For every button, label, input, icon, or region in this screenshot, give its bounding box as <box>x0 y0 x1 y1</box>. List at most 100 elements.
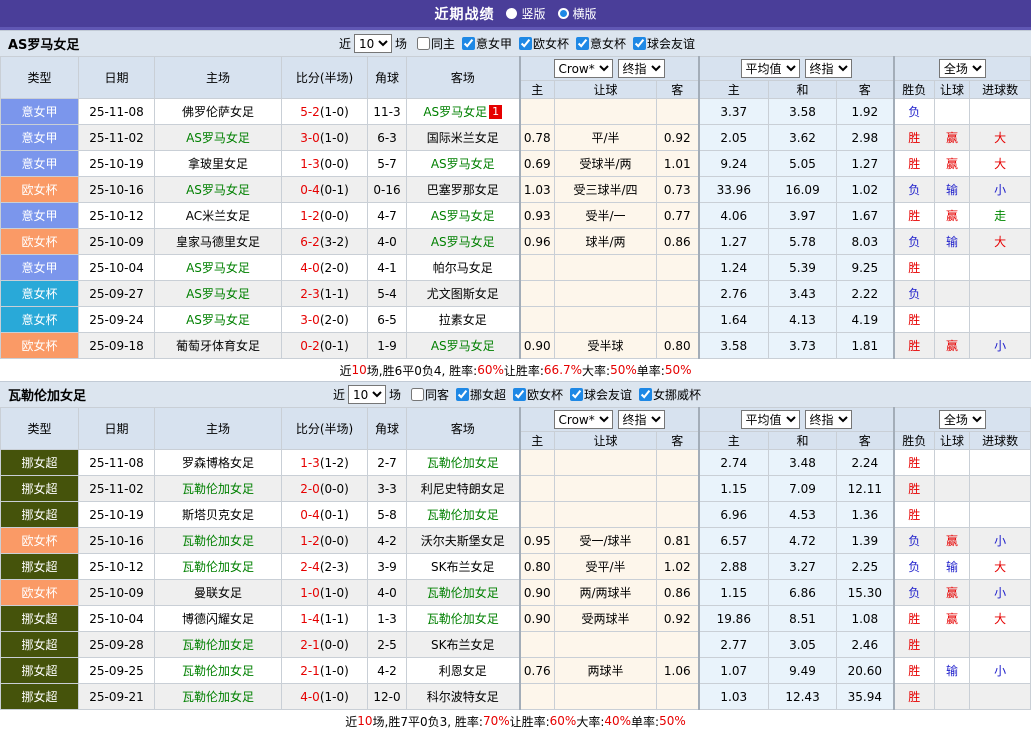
crow-home-odds: 0.95 <box>520 528 555 554</box>
home-team-name: 博德闪耀女足 <box>182 612 254 626</box>
average-odds-time-select[interactable]: 终指 <box>805 59 852 78</box>
league-filter-checkbox[interactable] <box>576 37 589 50</box>
crow-away-odds <box>657 632 699 658</box>
half-time-score: (2-0) <box>320 261 349 275</box>
full-time-score: 1-3 <box>300 157 320 171</box>
crow-handicap <box>555 502 657 528</box>
same-venue-checkbox[interactable] <box>417 37 430 50</box>
avg-away-odds: 1.67 <box>837 203 894 229</box>
away-team-name: 利尼史特朗女足 <box>421 482 505 496</box>
page-title: 近期战绩 <box>434 4 494 24</box>
match-row: 挪女超25-09-28瓦勒伦加女足2-1(0-0)2-5SK布兰女足2.773.… <box>1 632 1031 658</box>
goals-result-cell: 大 <box>970 554 1031 580</box>
league-filter-checkbox[interactable] <box>513 388 526 401</box>
league-filter-checkbox[interactable] <box>639 388 652 401</box>
bookmaker-select[interactable]: Crow* <box>554 410 613 429</box>
league-filter-checkbox[interactable] <box>462 37 475 50</box>
league-filter-label: 球会友谊 <box>584 386 632 403</box>
home-team-name: 瓦勒伦加女足 <box>182 560 254 574</box>
match-filter-bar: 近 10 场 同主 意女甲欧女杯意女杯球会友谊 <box>336 34 695 53</box>
league-filter-checkbox[interactable] <box>633 37 646 50</box>
average-odds-select[interactable]: 平均值 <box>741 410 800 429</box>
col-header-crow-away: 客 <box>657 432 699 450</box>
col-header-type: 类型 <box>1 57 79 99</box>
result-cell: 负 <box>894 177 935 203</box>
same-venue-label: 同客 <box>425 386 449 403</box>
crow-away-odds <box>657 476 699 502</box>
avg-draw-odds: 12.43 <box>769 684 837 710</box>
full-time-score: 1-3 <box>300 456 320 470</box>
layout-option-vertical[interactable]: 竖版 <box>506 5 545 22</box>
col-header-avg-away: 客 <box>837 81 894 99</box>
away-team-name: AS罗马女足 <box>423 105 487 119</box>
goals-result-cell <box>970 684 1031 710</box>
match-date: 25-09-18 <box>79 333 155 359</box>
handicap-result-cell <box>935 255 970 281</box>
scope-select[interactable]: 全场 <box>939 59 986 78</box>
goals-result-cell: 大 <box>970 229 1031 255</box>
away-team: SK布兰女足 <box>407 554 520 580</box>
full-time-score: 3-0 <box>300 131 320 145</box>
horizontal-radio-icon[interactable] <box>558 8 569 19</box>
score-cell: 0-2(0-1) <box>282 333 368 359</box>
match-row: 意女杯25-09-27AS罗马女足2-3(1-1)5-4尤文图斯女足2.763.… <box>1 281 1031 307</box>
crow-away-odds <box>657 281 699 307</box>
average-odds-time-select[interactable]: 终指 <box>805 410 852 429</box>
col-header-handicap-result: 让球 <box>935 81 970 99</box>
home-team-name: 瓦勒伦加女足 <box>182 664 254 678</box>
league-filter-checkbox[interactable] <box>519 37 532 50</box>
crow-home-odds <box>520 281 555 307</box>
goals-result-cell: 走 <box>970 203 1031 229</box>
average-odds-select[interactable]: 平均值 <box>741 59 800 78</box>
bookmaker-odds-time-select[interactable]: 终指 <box>618 59 665 78</box>
handicap-result-cell: 赢 <box>935 606 970 632</box>
crow-away-odds <box>657 255 699 281</box>
avg-away-odds: 35.94 <box>837 684 894 710</box>
half-time-score: (1-0) <box>320 131 349 145</box>
vertical-radio-label: 竖版 <box>521 5 545 22</box>
corner-score: 4-2 <box>368 528 407 554</box>
home-team-name: 拿玻里女足 <box>188 157 248 171</box>
team-name-title: AS罗马女足 <box>8 34 79 53</box>
result-cell: 胜 <box>894 203 935 229</box>
half-time-score: (0-0) <box>320 157 349 171</box>
score-cell: 3-0(2-0) <box>282 307 368 333</box>
league-filter-group: 意女甲欧女杯意女杯球会友谊 <box>455 35 695 52</box>
bookmaker-select[interactable]: Crow* <box>554 59 613 78</box>
avg-away-odds: 2.25 <box>837 554 894 580</box>
match-row: 挪女超25-11-02瓦勒伦加女足2-0(0-0)3-3利尼史特朗女足1.157… <box>1 476 1031 502</box>
page-header: 近期战绩 竖版 横版 <box>0 0 1031 30</box>
half-time-score: (0-1) <box>320 183 349 197</box>
avg-away-odds: 2.24 <box>837 450 894 476</box>
avg-draw-odds: 3.97 <box>769 203 837 229</box>
bookmaker-odds-time-select[interactable]: 终指 <box>618 410 665 429</box>
col-header-crow-handicap: 让球 <box>555 432 657 450</box>
league-filter-checkbox[interactable] <box>456 388 469 401</box>
corner-score: 4-0 <box>368 580 407 606</box>
match-date: 25-09-28 <box>79 632 155 658</box>
scope-select[interactable]: 全场 <box>939 410 986 429</box>
avg-draw-odds: 3.43 <box>769 281 837 307</box>
league-filter-checkbox[interactable] <box>570 388 583 401</box>
away-team-name: 拉素女足 <box>439 313 487 327</box>
full-time-score: 5-2 <box>300 105 320 119</box>
vertical-radio-icon[interactable] <box>506 8 517 19</box>
away-team: 沃尔夫斯堡女足 <box>407 528 520 554</box>
crow-handicap: 球半/两 <box>555 229 657 255</box>
same-venue-checkbox[interactable] <box>411 388 424 401</box>
recent-count-select[interactable]: 10 <box>354 34 392 53</box>
crow-home-odds: 1.03 <box>520 177 555 203</box>
score-cell: 0-4(0-1) <box>282 177 368 203</box>
league-type-badge: 意女甲 <box>1 151 79 177</box>
avg-draw-odds: 6.86 <box>769 580 837 606</box>
full-time-score: 0-4 <box>300 183 320 197</box>
home-team: AS罗马女足 <box>155 125 282 151</box>
away-team: 瓦勒伦加女足 <box>407 606 520 632</box>
crow-home-odds <box>520 476 555 502</box>
layout-option-horizontal[interactable]: 横版 <box>558 5 597 22</box>
handicap-result-cell <box>935 99 970 125</box>
recent-count-select[interactable]: 10 <box>348 385 386 404</box>
away-team-name: SK布兰女足 <box>431 638 495 652</box>
summary-segment: 近 <box>340 362 352 379</box>
home-team-name: AC米兰女足 <box>186 209 250 223</box>
